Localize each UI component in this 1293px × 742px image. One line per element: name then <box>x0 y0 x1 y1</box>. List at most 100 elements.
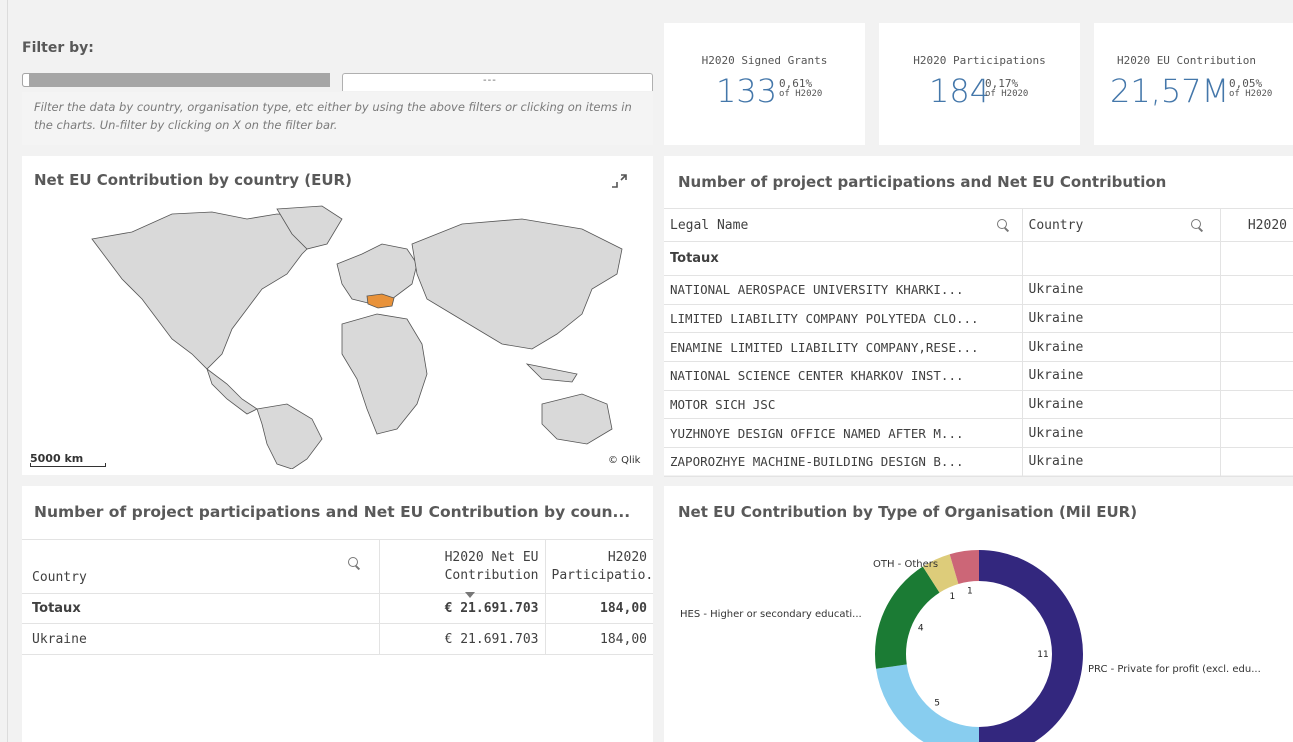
totals-row: Totaux <box>664 241 1293 276</box>
filter-dropdown-type[interactable]: --- <box>342 73 653 91</box>
table-row[interactable]: LIMITED LIABILITY COMPANY POLYTEDA CLO..… <box>664 304 1293 334</box>
header-participations[interactable]: H2020 Participatio.. <box>544 539 653 594</box>
row-h2020 <box>1219 361 1293 391</box>
table-row[interactable]: NATIONAL SCIENCE CENTER KHARKOV INST... U… <box>664 361 1293 391</box>
header-country[interactable]: Country <box>22 539 379 594</box>
row-h2020 <box>1219 275 1293 305</box>
donut-slice[interactable] <box>979 550 1083 742</box>
row-h2020 <box>1219 447 1293 477</box>
country-header-row: Country H2020 Net EU Contribution H2020 … <box>22 539 653 594</box>
row-country[interactable]: Ukraine <box>1021 275 1220 305</box>
kpi-percent: 0,61% <box>779 77 813 90</box>
map-scale-bar <box>30 463 106 467</box>
row-part: 184,00 <box>544 623 653 655</box>
totals-label: Totaux <box>22 593 379 624</box>
row-country[interactable]: Ukraine <box>1021 418 1220 449</box>
totals-country <box>1021 241 1220 276</box>
search-icon[interactable] <box>1190 218 1204 232</box>
map-title: Net EU Contribution by country (EUR) <box>34 171 352 189</box>
kpi-participations[interactable]: H2020 Participations 184 0,17% of H2020 <box>879 23 1080 145</box>
filter-title: Filter by: <box>22 40 94 56</box>
label-oth: OTH - Others <box>873 559 939 570</box>
row-legal-name[interactable]: YUZHNOYE DESIGN OFFICE NAMED AFTER M... <box>664 418 1022 449</box>
kpi-percent: 0,05% <box>1229 77 1263 90</box>
header-country-label: Country <box>1028 217 1084 233</box>
donut-value-label: 1 <box>950 592 956 602</box>
kpi-share: 0,61% of H2020 <box>779 78 822 100</box>
row-country[interactable]: Ukraine <box>22 623 379 655</box>
table-row[interactable]: NATIONAL AEROSPACE UNIVERSITY KHARKI... U… <box>664 275 1293 305</box>
expand-icon[interactable] <box>610 173 628 193</box>
table-row[interactable]: ENAMINE LIMITED LIABILITY COMPANY,RESE..… <box>664 332 1293 363</box>
kpi-value: 184 <box>929 72 991 110</box>
header-country-label: Country <box>32 570 87 585</box>
participations-rows: NATIONAL AEROSPACE UNIVERSITY KHARKI... U… <box>664 275 1293 477</box>
row-country[interactable]: Ukraine <box>1021 332 1220 363</box>
row-legal-name[interactable]: MOTOR SICH JSC <box>664 390 1022 420</box>
kpi-label: H2020 Signed Grants <box>701 54 828 67</box>
kpi-label: H2020 Participations <box>913 54 1046 67</box>
search-icon[interactable] <box>347 556 361 570</box>
label-hes: HES - Higher or secondary educati... <box>680 609 862 620</box>
filter-dropdown-handle[interactable] <box>22 73 30 87</box>
donut-value-label: 11 <box>1037 650 1048 660</box>
kpi-value: 21,57M <box>1110 72 1230 110</box>
row-h2020 <box>1219 332 1293 363</box>
world-map[interactable] <box>22 204 647 469</box>
left-edge-divider <box>7 0 8 742</box>
donut-value-label: 5 <box>934 698 940 708</box>
kpi-of: of H2020 <box>1229 89 1273 99</box>
header-legal-name-label: Legal Name <box>670 217 749 233</box>
totals-row: Totaux € 21.691.703 184,00 <box>22 593 653 624</box>
row-country[interactable]: Ukraine <box>1021 361 1220 391</box>
org-chart-title: Net EU Contribution by Type of Organisat… <box>678 503 1138 521</box>
row-legal-name[interactable]: ZAPOROZHYE MACHINE-BUILDING DESIGN B... <box>664 447 1022 477</box>
country-table: Country H2020 Net EU Contribution H2020 … <box>22 539 653 655</box>
map-south-america <box>256 403 323 469</box>
donut-slice[interactable] <box>875 566 940 669</box>
totals-h2020 <box>1219 241 1293 276</box>
sort-indicator-icon <box>465 592 475 598</box>
filter-dropdown-country[interactable] <box>22 73 330 87</box>
row-legal-name[interactable]: NATIONAL AEROSPACE UNIVERSITY KHARKI... <box>664 275 1022 305</box>
kpi-of: of H2020 <box>779 89 823 99</box>
search-icon[interactable] <box>996 218 1010 232</box>
totals-label: Totaux <box>664 241 1022 276</box>
participations-title: Number of project participations and Net… <box>678 173 1167 191</box>
country-table-title: Number of project participations and Net… <box>34 503 631 521</box>
row-net: € 21.691.703 <box>378 623 545 655</box>
header-part-line1: H2020 <box>607 549 647 565</box>
label-prc: PRC - Private for profit (excl. edu... <box>1088 664 1261 675</box>
table-row[interactable]: MOTOR SICH JSC Ukraine <box>664 390 1293 420</box>
row-h2020 <box>1219 418 1293 449</box>
map-north-america <box>91 211 323 370</box>
filter-help-text: Filter the data by country, organisation… <box>22 92 653 145</box>
map-central-america <box>206 367 258 415</box>
kpi-share: 0,05% of H2020 <box>1229 78 1272 100</box>
kpi-eu-contribution[interactable]: H2020 EU Contribution 21,57M 0,05% of H2… <box>1094 23 1293 145</box>
totals-net: € 21.691.703 <box>378 593 545 624</box>
table-row[interactable]: ZAPOROZHYE MACHINE-BUILDING DESIGN B... U… <box>664 447 1293 477</box>
header-net-line2: Contribution <box>444 567 539 583</box>
header-legal-name[interactable]: Legal Name <box>664 208 1022 242</box>
row-country[interactable]: Ukraine <box>1021 390 1220 420</box>
header-h2020[interactable]: H2020 <box>1219 208 1293 242</box>
donut-value-label: 1 <box>967 587 973 597</box>
row-country[interactable]: Ukraine <box>1021 447 1220 477</box>
kpi-signed-grants[interactable]: H2020 Signed Grants 133 0,61% of H2020 <box>664 23 865 145</box>
header-net-contribution[interactable]: H2020 Net EU Contribution <box>378 539 545 594</box>
map-africa <box>341 313 428 435</box>
donut-slice[interactable] <box>876 664 979 742</box>
filter-box-text: --- <box>483 75 497 86</box>
row-legal-name[interactable]: ENAMINE LIMITED LIABILITY COMPANY,RESE..… <box>664 332 1022 363</box>
org-donut-chart[interactable]: 115411 <box>850 545 1110 742</box>
table-row[interactable]: YUZHNOYE DESIGN OFFICE NAMED AFTER M... U… <box>664 418 1293 449</box>
participations-table: Legal Name Country H2020 Totaux NATIONAL… <box>664 208 1293 477</box>
header-country[interactable]: Country <box>1021 208 1220 242</box>
table-row[interactable]: Ukraine € 21.691.703 184,00 <box>22 623 653 655</box>
qlik-credit: © Qlik <box>608 455 641 466</box>
row-legal-name[interactable]: LIMITED LIABILITY COMPANY POLYTEDA CLO..… <box>664 304 1022 334</box>
donut-value-label: 4 <box>918 623 924 633</box>
row-legal-name[interactable]: NATIONAL SCIENCE CENTER KHARKOV INST... <box>664 361 1022 391</box>
row-country[interactable]: Ukraine <box>1021 304 1220 334</box>
